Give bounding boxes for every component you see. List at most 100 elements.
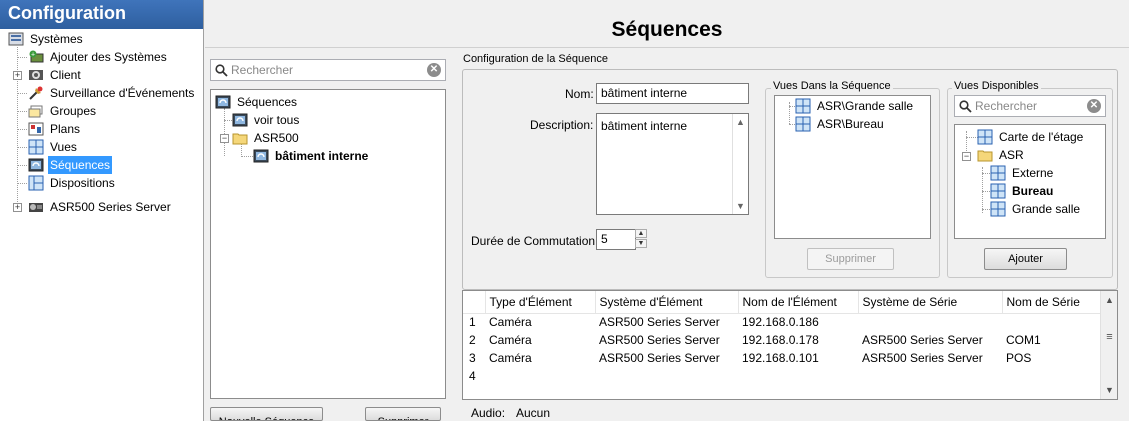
sidebar-item-groups[interactable]: Groupes	[28, 102, 98, 120]
clear-search-icon[interactable]: ✕	[427, 63, 441, 77]
sequence-folder-asr500[interactable]: ASR500	[232, 129, 301, 147]
sequence-item-view-all[interactable]: voir tous	[232, 111, 301, 129]
remove-view-button[interactable]: Supprimer	[807, 248, 894, 270]
add-view-button[interactable]: Ajouter	[984, 248, 1067, 270]
tree-line	[17, 111, 27, 112]
available-views-tree: Carte de l'étage − ASR Externe Bureau Gr…	[954, 124, 1106, 239]
sequence-tree: Séquences voir tous − ASR500 bâtiment in…	[210, 89, 446, 399]
sequence-item-batiment-interne[interactable]: bâtiment interne	[253, 147, 370, 165]
sidebar-item-client[interactable]: Client	[28, 66, 83, 84]
description-scrollbar[interactable]: ▲ ▼	[732, 114, 748, 214]
sidebar-item-server[interactable]: ASR500 Series Server	[28, 198, 173, 216]
expand-server-toggle[interactable]: +	[13, 203, 22, 212]
sequence-tree-root[interactable]: Séquences	[215, 93, 299, 111]
spin-down-icon[interactable]: ▼	[635, 239, 647, 248]
description-label: Description:	[530, 118, 594, 132]
tree-line	[982, 209, 990, 210]
view-grid-icon	[990, 183, 1006, 199]
scroll-down-icon[interactable]: ▼	[733, 201, 748, 211]
views-in-sequence-title: Vues Dans la Séquence	[771, 80, 893, 92]
add-system-icon: +	[29, 50, 44, 63]
groups-icon	[28, 105, 43, 118]
sidebar-item-layouts[interactable]: Dispositions	[28, 174, 117, 192]
cell-system: ASR500 Series Server	[599, 351, 720, 365]
title-divider	[205, 47, 1129, 48]
table-scrollbar[interactable]: ▲ ≡ ▼	[1100, 291, 1117, 399]
configuration-sidebar: Configuration Systèmes + Ajouter des Sys…	[0, 0, 204, 421]
available-folder-asr[interactable]: ASR	[977, 146, 1026, 164]
audio-label: Audio:	[471, 406, 506, 420]
sequence-view-item[interactable]: ASR\Bureau	[795, 115, 886, 133]
table-row[interactable]: 3 Caméra ASR500 Series Server 192.168.0.…	[463, 349, 1100, 367]
page-title: Séquences	[611, 18, 723, 41]
sequence-search-input[interactable]: Rechercher ✕	[210, 59, 446, 81]
available-view-large-room[interactable]: Grande salle	[990, 200, 1082, 218]
column-header[interactable]: Nom de l'Élément	[738, 291, 859, 314]
dwell-time-input[interactable]: 5	[596, 229, 636, 250]
available-views-search-input[interactable]: Rechercher ✕	[954, 95, 1106, 117]
sidebar-item-add-systems[interactable]: + Ajouter des Systèmes	[28, 48, 169, 66]
column-header[interactable]: Type d'Élément	[485, 291, 596, 314]
views-in-sequence-list: ASR\Grande salle ASR\Bureau	[774, 95, 931, 239]
dwell-time-label: Durée de Commutation:	[471, 234, 599, 248]
delete-sequence-button[interactable]: Supprimer	[365, 407, 441, 421]
tree-line	[224, 120, 232, 121]
collapse-asr500-toggle[interactable]: −	[220, 134, 229, 143]
tree-line	[17, 165, 27, 166]
available-view-office[interactable]: Bureau	[990, 182, 1055, 200]
plans-icon	[28, 122, 44, 136]
sidebar-item-systems[interactable]: Systèmes	[8, 30, 85, 48]
available-view-external[interactable]: Externe	[990, 164, 1055, 182]
cell-name: 192.168.0.101	[742, 351, 819, 365]
collapse-asr-toggle[interactable]: −	[962, 152, 971, 161]
available-view-floor-map[interactable]: Carte de l'étage	[977, 128, 1085, 146]
sidebar-item-sequences[interactable]: Séquences	[28, 156, 113, 174]
tree-line	[982, 191, 990, 192]
view-grid-icon	[977, 129, 993, 145]
cell-system: ASR500 Series Server	[599, 333, 720, 347]
table-row[interactable]: 2 Caméra ASR500 Series Server 192.168.0.…	[463, 331, 1100, 349]
tree-line	[224, 108, 225, 156]
cell-type: Caméra	[489, 351, 532, 365]
sequences-icon	[28, 158, 44, 172]
row-number-header	[463, 291, 486, 314]
tree-line	[17, 57, 27, 58]
table-row[interactable]: 4	[463, 367, 1100, 385]
row-number: 1	[469, 315, 476, 330]
spin-up-icon[interactable]: ▲	[635, 229, 647, 238]
expand-client-toggle[interactable]: +	[13, 71, 22, 80]
row-number: 2	[469, 333, 476, 347]
sequences-icon	[253, 149, 269, 163]
layouts-icon	[28, 175, 44, 191]
name-field[interactable]: bâtiment interne	[596, 83, 749, 104]
scroll-up-icon[interactable]: ▲	[1102, 292, 1117, 308]
cell-type	[485, 367, 595, 385]
client-icon	[29, 70, 43, 80]
sidebar-item-event-monitoring[interactable]: Surveillance d'Événements	[28, 84, 196, 102]
sequence-view-item[interactable]: ASR\Grande salle	[795, 97, 915, 115]
sidebar-item-plans[interactable]: Plans	[28, 120, 82, 138]
new-sequence-button[interactable]: Nouvelle Séquence	[210, 407, 323, 421]
view-grid-icon	[795, 116, 811, 132]
cell-serial-system	[858, 367, 1002, 385]
sequence-elements-table: Type d'Élément Système d'Élément Nom de …	[462, 290, 1118, 400]
cell-system	[595, 367, 738, 385]
clear-search-icon[interactable]: ✕	[1087, 99, 1101, 113]
column-header[interactable]: Nom de Série	[1002, 291, 1101, 314]
cell-type: Caméra	[489, 333, 532, 347]
cell-system: ASR500 Series Server	[599, 315, 720, 330]
table-row[interactable]: 1 Caméra ASR500 Series Server 192.168.0.…	[463, 313, 1100, 331]
scroll-down-icon[interactable]: ▼	[1102, 382, 1117, 398]
sequences-icon	[232, 113, 248, 127]
column-header[interactable]: Système de Série	[858, 291, 1003, 314]
search-icon	[215, 63, 228, 77]
available-views-title: Vues Disponibles	[952, 80, 1041, 92]
description-field[interactable]: bâtiment interne ▲ ▼	[596, 113, 749, 215]
column-header[interactable]: Système d'Élément	[595, 291, 739, 314]
scroll-thumb-grip-icon[interactable]: ≡	[1102, 329, 1117, 345]
cell-serial-name	[1002, 367, 1100, 385]
scroll-up-icon[interactable]: ▲	[733, 117, 748, 127]
cell-name	[738, 367, 858, 385]
sidebar-item-views[interactable]: Vues	[28, 138, 79, 156]
tree-line	[241, 156, 253, 157]
